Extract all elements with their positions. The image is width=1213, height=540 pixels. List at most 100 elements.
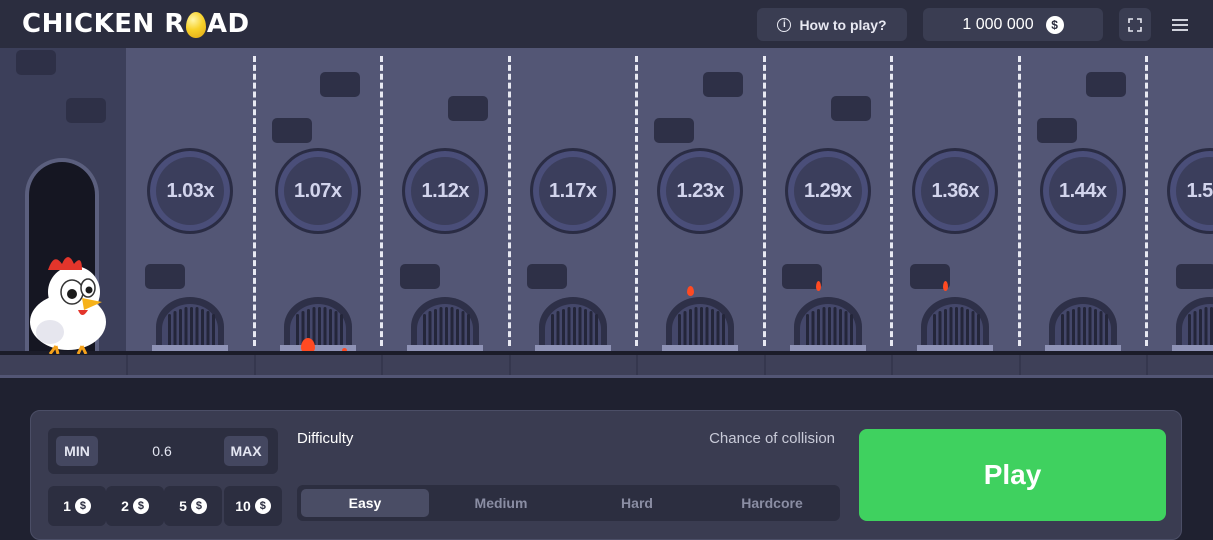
- min-bet-button[interactable]: MIN: [56, 436, 98, 466]
- road-segment: [891, 355, 1019, 375]
- multiplier-value: 1.44x: [1058, 179, 1107, 202]
- sewer-grate-icon: [534, 297, 611, 351]
- lane-divider: [507, 56, 511, 346]
- wall-brick: [527, 264, 567, 289]
- wall-brick: [1037, 118, 1077, 143]
- multiplier-coin[interactable]: 1.44x: [1039, 148, 1126, 234]
- sewer-grate-icon: [279, 297, 356, 351]
- lane-divider: [252, 56, 256, 346]
- multiplier-value: 1.03x: [166, 179, 215, 202]
- sewer-grate-icon: [917, 297, 994, 351]
- how-to-play-label: How to play?: [799, 16, 887, 33]
- road-segment: [1018, 355, 1147, 375]
- multiplier-value: 1.53x: [1186, 179, 1213, 202]
- menu-button[interactable]: [1164, 8, 1196, 41]
- bet-amount-input[interactable]: 0.6: [118, 436, 206, 466]
- coin-icon: $: [74, 498, 91, 514]
- multiplier-coin[interactable]: 1.36x: [912, 148, 999, 234]
- quick-bet-value: 1: [63, 498, 71, 514]
- difficulty-option-hardcore[interactable]: Hardcore: [708, 489, 836, 517]
- road-segment: [381, 355, 509, 375]
- lane-divider: [1017, 56, 1021, 346]
- wall-brick: [831, 96, 871, 121]
- quick-bet-value: 10: [235, 498, 251, 514]
- bet-amount-box: MIN 0.6 MAX: [48, 428, 278, 474]
- road-segment: [126, 355, 254, 375]
- multiplier-value: 1.17x: [548, 179, 597, 202]
- difficulty-label: Difficulty: [297, 430, 354, 447]
- multiplier-coin[interactable]: 1.29x: [784, 148, 871, 234]
- road-segment: [1146, 355, 1213, 375]
- quick-bet-button[interactable]: 1 $: [48, 486, 106, 526]
- sewer-grate-icon: [1044, 297, 1121, 351]
- multiplier-value: 1.12x: [421, 179, 470, 202]
- header-bar: CHICKEN R AD i How to play? 1 000 000 $: [0, 0, 1213, 48]
- wall-brick: [400, 264, 440, 289]
- multiplier-coin[interactable]: 1.03x: [147, 148, 234, 234]
- lane-divider: [890, 56, 893, 346]
- multiplier-coin[interactable]: 1.17x: [529, 148, 616, 234]
- wall-brick: [448, 96, 488, 121]
- game-board: 1.03x 1.07x 1.12x 1.17x 1.23x 1.29x 1.36x 1.44x…: [0, 48, 1213, 378]
- multiplier-coin[interactable]: 1.12x: [402, 148, 489, 234]
- game-logo: CHICKEN R AD: [22, 8, 250, 40]
- multiplier-value: 1.36x: [931, 179, 980, 202]
- multiplier-value: 1.29x: [803, 179, 852, 202]
- multiplier-value: 1.07x: [293, 179, 342, 202]
- info-icon: i: [777, 17, 792, 32]
- multiplier-coin[interactable]: 1.07x: [274, 148, 361, 234]
- sewer-grate-icon: [1172, 297, 1213, 351]
- play-button[interactable]: Play: [859, 429, 1166, 521]
- sewer-grate-icon: [407, 297, 484, 351]
- multiplier-coin[interactable]: 1.23x: [657, 148, 744, 234]
- wall-brick: [1176, 264, 1213, 289]
- lane-divider: [1145, 56, 1148, 346]
- quick-bet-button[interactable]: 10 $: [224, 486, 282, 526]
- golden-egg-icon: [185, 12, 206, 38]
- flame-icon: [943, 281, 948, 291]
- quick-bet-button[interactable]: 2 $: [106, 486, 164, 526]
- fullscreen-icon: [1128, 17, 1142, 32]
- wall-brick: [145, 264, 185, 289]
- wall-brick: [16, 50, 56, 75]
- difficulty-option-easy[interactable]: Easy: [301, 489, 429, 517]
- multiplier-value: 1.23x: [676, 179, 725, 202]
- how-to-play-button[interactable]: i How to play?: [757, 8, 907, 41]
- sewer-grate-icon: [662, 297, 739, 351]
- max-bet-button[interactable]: MAX: [224, 436, 268, 466]
- lane-divider: [762, 56, 766, 346]
- wall-brick: [66, 98, 106, 123]
- difficulty-option-medium[interactable]: Medium: [437, 489, 565, 517]
- flame-icon: [687, 286, 694, 296]
- chicken-icon: [30, 257, 106, 354]
- coin-icon: $: [132, 498, 149, 514]
- chance-of-collision-label: Chance of collision: [709, 430, 835, 447]
- menu-icon: [1172, 18, 1188, 31]
- wall-brick: [1086, 72, 1126, 97]
- lane-divider: [380, 56, 383, 346]
- quick-bet-button[interactable]: 5 $: [164, 486, 222, 526]
- balance-display: 1 000 000 $: [923, 8, 1103, 41]
- road-segment: [508, 355, 637, 375]
- logo-text-left: CHICKEN R: [22, 9, 185, 39]
- wall-brick: [654, 118, 694, 143]
- road-segment: [253, 355, 382, 375]
- difficulty-option-hard[interactable]: Hard: [573, 489, 701, 517]
- quick-bet-value: 2: [121, 498, 129, 514]
- wall-brick: [703, 72, 743, 97]
- fullscreen-button[interactable]: [1119, 8, 1151, 41]
- difficulty-selector: Easy Medium Hard Hardcore: [297, 485, 840, 521]
- coin-icon: $: [1045, 15, 1064, 34]
- multiplier-coin[interactable]: 1.53x: [1167, 148, 1213, 234]
- road-segment: [636, 355, 764, 375]
- quick-bet-value: 5: [179, 498, 187, 514]
- sewer-grate-icon: [789, 297, 866, 351]
- coin-icon: $: [190, 498, 207, 514]
- wall-brick: [272, 118, 312, 143]
- road-segment: [763, 355, 892, 375]
- sewer-grate-icon: [152, 297, 229, 351]
- logo-text-right: AD: [206, 9, 250, 39]
- control-panel: MIN 0.6 MAX 1 $2 $5 $10 $ Difficulty Chance …: [30, 410, 1182, 540]
- lane-divider: [635, 56, 638, 346]
- balance-value: 1 000 000: [962, 15, 1034, 33]
